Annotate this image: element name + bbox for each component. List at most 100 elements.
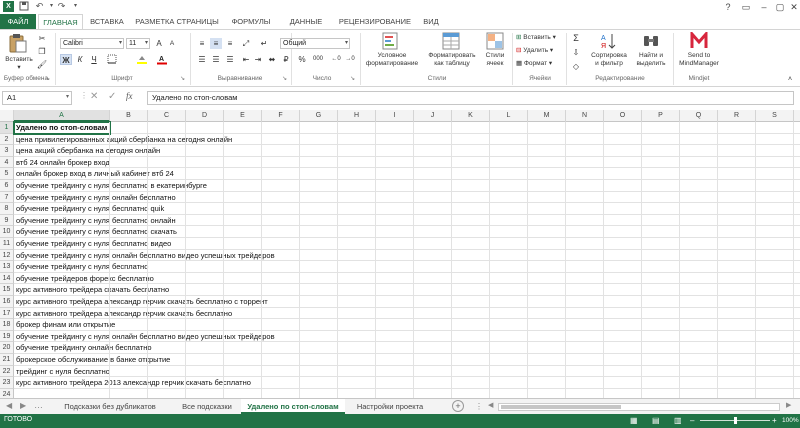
- table-row[interactable]: обучение трейдингу с нуля бесплатно онла…: [14, 215, 800, 227]
- clipboard-launcher-icon[interactable]: ↘: [45, 76, 52, 83]
- row-header[interactable]: 18: [0, 319, 14, 331]
- row-header[interactable]: 23: [0, 377, 14, 389]
- table-row[interactable]: обучение трейдингу онлайн бесплатно: [14, 342, 800, 354]
- collapse-ribbon-icon[interactable]: ˄: [784, 74, 796, 85]
- merge-center-icon[interactable]: ⬌: [266, 54, 278, 65]
- formula-input[interactable]: Удалено по стоп-словам: [147, 91, 794, 105]
- fill-icon[interactable]: ⇩: [570, 47, 582, 58]
- grow-font-button[interactable]: A: [153, 38, 165, 49]
- table-row[interactable]: обучение трейдингу с нуля онлайн бесплат…: [14, 250, 800, 262]
- format-as-table-button[interactable]: Форматировать как таблицу: [422, 52, 482, 68]
- align-center-icon[interactable]: ☰: [210, 54, 222, 65]
- zoom-in-icon[interactable]: +: [772, 416, 777, 425]
- name-box-dropdown-icon[interactable]: ▾: [66, 93, 69, 100]
- row-header[interactable]: 24: [0, 388, 14, 398]
- tab-file[interactable]: ФАЙЛ: [0, 14, 36, 29]
- column-header[interactable]: N: [566, 110, 604, 122]
- table-row[interactable]: обучение трейдингу с нуля бесплатно виде…: [14, 238, 800, 250]
- hscroll-left-icon[interactable]: ◀: [488, 401, 493, 409]
- align-bottom-icon[interactable]: ≡: [224, 38, 236, 49]
- options-icon[interactable]: ⋮: [80, 91, 88, 100]
- cancel-icon[interactable]: ✕: [90, 91, 98, 102]
- row-header[interactable]: 1: [0, 122, 14, 134]
- tab-home[interactable]: ГЛАВНАЯ: [38, 14, 83, 30]
- autosum-icon[interactable]: Σ: [570, 33, 582, 44]
- align-right-icon[interactable]: ☰: [224, 54, 236, 65]
- row-header[interactable]: 4: [0, 156, 14, 169]
- normal-view-icon[interactable]: ▦: [630, 416, 638, 425]
- row-header[interactable]: 11: [0, 238, 14, 250]
- column-header[interactable]: O: [604, 110, 642, 122]
- table-row[interactable]: Удалено по стоп-словам: [14, 122, 800, 134]
- table-row[interactable]: цена акций сбербанка на сегодня онлайн: [14, 145, 800, 157]
- page-break-view-icon[interactable]: ▥: [674, 416, 682, 425]
- row-header[interactable]: 13: [0, 261, 14, 273]
- tab-review[interactable]: РЕЦЕНЗИРОВАНИЕ: [334, 14, 416, 29]
- column-header[interactable]: B: [110, 110, 148, 122]
- add-sheet-icon[interactable]: +: [452, 400, 464, 412]
- table-row[interactable]: онлайн брокер вход в личный кабинет втб …: [14, 168, 800, 180]
- paste-icon[interactable]: [9, 33, 27, 55]
- find-select-button[interactable]: Найти и выделить: [632, 52, 670, 68]
- cell-styles-button[interactable]: Стили ячеек: [480, 52, 510, 68]
- wrap-text-icon[interactable]: ↵: [258, 38, 270, 49]
- table-row[interactable]: обучение трейдингу с нуля бесплатно: [14, 261, 800, 273]
- column-header[interactable]: L: [490, 110, 528, 122]
- column-header[interactable]: I: [376, 110, 414, 122]
- hscroll-right-icon[interactable]: ▶: [786, 401, 791, 409]
- fill-color-icon[interactable]: [136, 54, 148, 65]
- table-row[interactable]: обучение трейдингу с нуля онлайн бесплат…: [14, 192, 800, 204]
- insert-cells-button[interactable]: ⊞ Вставить ▾: [516, 34, 566, 42]
- format-as-table-icon[interactable]: [442, 32, 462, 52]
- sheet-tab-removed[interactable]: Удалено по стоп-словам: [241, 399, 345, 414]
- copy-icon[interactable]: ❐: [36, 46, 48, 57]
- zoom-slider-thumb[interactable]: [734, 417, 737, 424]
- table-row[interactable]: трейдинг с нуля бесплатно: [14, 366, 800, 378]
- worksheet-grid[interactable]: ABCDEFGHIJKLMNOPQRS 1 Удалено по стоп-сло…: [0, 110, 800, 398]
- decrease-decimal-icon[interactable]: →0: [344, 54, 356, 65]
- font-name-combo[interactable]: Calibri ▾: [60, 38, 124, 49]
- clear-icon[interactable]: ◇: [570, 61, 582, 72]
- tab-data[interactable]: ДАННЫЕ: [280, 14, 332, 29]
- orientation-icon[interactable]: ⤢: [240, 38, 252, 49]
- page-layout-view-icon[interactable]: ▤: [652, 416, 660, 425]
- row-header[interactable]: 22: [0, 365, 14, 378]
- column-header[interactable]: J: [414, 110, 452, 122]
- row-header[interactable]: 12: [0, 249, 14, 262]
- redo-icon[interactable]: ↷: [56, 1, 67, 12]
- table-row[interactable]: брокерское обслуживание в банке открытие: [14, 354, 800, 366]
- table-row[interactable]: обучение трейдингу с нуля онлайн бесплат…: [14, 331, 800, 343]
- column-header[interactable]: Q: [680, 110, 718, 122]
- cell-styles-icon[interactable]: [486, 32, 504, 52]
- customize-icon[interactable]: ▾: [70, 1, 81, 12]
- table-row[interactable]: курс активного трейдера 2013 александр г…: [14, 377, 800, 389]
- minimize-icon[interactable]: –: [756, 0, 772, 14]
- column-header[interactable]: D: [186, 110, 224, 122]
- column-header[interactable]: F: [262, 110, 300, 122]
- sort-filter-icon[interactable]: AЯ: [600, 32, 618, 52]
- conditional-formatting-icon[interactable]: [382, 32, 402, 52]
- row-header[interactable]: 15: [0, 284, 14, 296]
- column-header[interactable]: P: [642, 110, 680, 122]
- table-row[interactable]: брокер финам или открытие: [14, 319, 800, 331]
- table-row[interactable]: обучение трейдингу с нуля бесплатно скач…: [14, 226, 800, 238]
- horizontal-scroll-thumb[interactable]: [501, 405, 621, 409]
- paste-button[interactable]: Вставить: [2, 56, 36, 64]
- table-row[interactable]: цена привилегированных акций сбербанка н…: [14, 134, 800, 146]
- font-color-icon[interactable]: A: [156, 54, 168, 65]
- format-cells-button[interactable]: ▦ Формат ▾: [516, 60, 566, 68]
- column-header[interactable]: S: [756, 110, 794, 122]
- row-header[interactable]: 8: [0, 203, 14, 215]
- column-header[interactable]: C: [148, 110, 186, 122]
- table-row[interactable]: [14, 389, 800, 398]
- scroll-sheets-left-icon[interactable]: ◀: [6, 401, 12, 410]
- row-header[interactable]: 3: [0, 145, 14, 157]
- column-header[interactable]: H: [338, 110, 376, 122]
- column-header[interactable]: E: [224, 110, 262, 122]
- save-icon[interactable]: [18, 1, 29, 12]
- underline-button[interactable]: Ч: [88, 54, 100, 65]
- tab-page-layout[interactable]: РАЗМЕТКА СТРАНИЦЫ: [132, 14, 222, 29]
- tab-formulas[interactable]: ФОРМУЛЫ: [224, 14, 278, 29]
- table-row[interactable]: курс активного трейдера александр герчик…: [14, 308, 800, 320]
- row-header[interactable]: 14: [0, 272, 14, 285]
